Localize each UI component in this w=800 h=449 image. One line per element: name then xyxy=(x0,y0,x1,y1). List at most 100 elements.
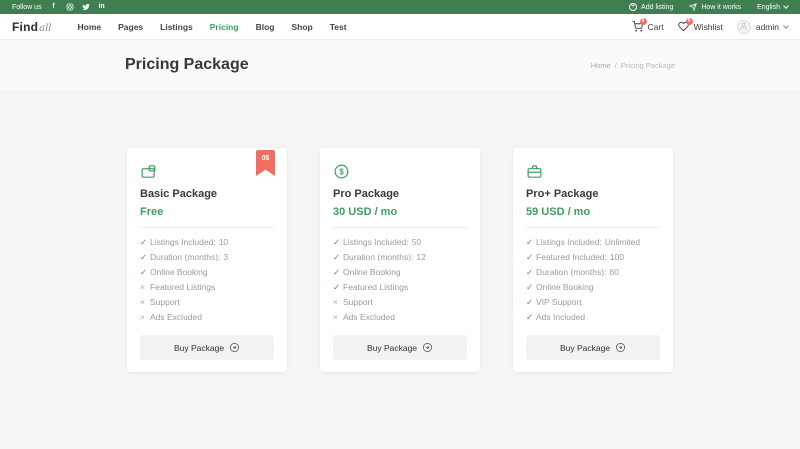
twitter-icon[interactable] xyxy=(82,3,90,11)
feature-row: ✓Listings Included:10 xyxy=(140,235,274,250)
dollar-circle-icon: $ xyxy=(333,163,467,180)
check-icon: ✓ xyxy=(333,235,343,250)
how-it-works-link[interactable]: How it works xyxy=(689,3,741,11)
logo-accent: all xyxy=(39,23,51,34)
nav-item-shop[interactable]: Shop xyxy=(291,22,312,32)
divider xyxy=(140,227,274,228)
feature-row: ✓Featured Included:100 xyxy=(526,250,660,265)
nav-item-blog[interactable]: Blog xyxy=(256,22,275,32)
divider xyxy=(333,227,467,228)
divider xyxy=(526,227,660,228)
cart-label: Cart xyxy=(648,22,664,32)
how-it-works-label: How it works xyxy=(701,4,741,11)
check-icon: ✓ xyxy=(526,250,536,265)
user-icon xyxy=(739,22,748,31)
plus-circle-icon: + xyxy=(629,3,637,11)
avatar xyxy=(737,20,751,34)
topbar: Follow us f in + Add listing How it work… xyxy=(0,0,800,14)
package-price: 30 USD / mo xyxy=(333,206,467,218)
language-selector[interactable]: English xyxy=(757,4,788,11)
follow-us-label: Follow us xyxy=(12,4,42,11)
feature-row: ×Featured Listings xyxy=(140,280,274,295)
feature-list: ✓Listings Included:Unlimited ✓Featured I… xyxy=(526,235,660,325)
breadcrumb-current: Pricing Package xyxy=(621,61,675,70)
pricing-page: Follow us f in + Add listing How it work… xyxy=(0,0,800,449)
nav-item-home[interactable]: Home xyxy=(77,22,101,32)
wishlist-label: Wishlist xyxy=(694,22,723,32)
username-label: admin xyxy=(756,22,779,32)
feature-row: ×Support xyxy=(333,295,467,310)
svg-text:$: $ xyxy=(339,167,344,176)
buy-package-button[interactable]: Buy Package xyxy=(333,335,467,360)
check-icon: ✓ xyxy=(140,250,150,265)
page-title: Pricing Package xyxy=(125,56,249,74)
feature-row: ×Ads Excluded xyxy=(333,310,467,325)
main-nav: Home Pages Listings Pricing Blog Shop Te… xyxy=(77,22,346,32)
feature-list: ✓Listings Included:10 ✓Duration (months)… xyxy=(140,235,274,325)
arrow-circle-icon xyxy=(229,342,240,353)
arrow-circle-icon xyxy=(422,342,433,353)
check-icon: ✓ xyxy=(333,280,343,295)
breadcrumb-separator: / xyxy=(615,61,617,70)
check-icon: ✓ xyxy=(526,265,536,280)
cart-button[interactable]: 0 Cart xyxy=(632,21,664,32)
facebook-icon[interactable]: f xyxy=(50,3,58,11)
navbar: Find all Home Pages Listings Pricing Blo… xyxy=(0,14,800,40)
check-icon: ✓ xyxy=(526,235,536,250)
pricing-card-basic: 0$ Basic Package Free ✓Listings Included… xyxy=(127,148,287,372)
chevron-down-icon xyxy=(783,23,789,29)
check-icon: ✓ xyxy=(333,265,343,280)
pricing-card-pro: $ Pro Package 30 USD / mo ✓Listings Incl… xyxy=(320,148,480,372)
package-title: Pro+ Package xyxy=(526,188,660,200)
instagram-icon[interactable] xyxy=(66,3,74,11)
user-menu[interactable]: admin xyxy=(737,20,788,34)
feature-row: ✓Online Booking xyxy=(140,265,274,280)
package-title: Pro Package xyxy=(333,188,467,200)
feature-row: ✓Online Booking xyxy=(526,280,660,295)
feature-row: ✓Listings Included:50 xyxy=(333,235,467,250)
linkedin-icon[interactable]: in xyxy=(98,3,106,11)
cross-icon: × xyxy=(333,310,343,325)
feature-row: ✓Listings Included:Unlimited xyxy=(526,235,660,250)
feature-row: ✓Featured Listings xyxy=(333,280,467,295)
check-icon: ✓ xyxy=(526,295,536,310)
page-header: Pricing Package Home / Pricing Package xyxy=(0,40,800,90)
arrow-circle-icon xyxy=(615,342,626,353)
package-price: 59 USD / mo xyxy=(526,206,660,218)
nav-item-test[interactable]: Test xyxy=(330,22,347,32)
chevron-down-icon xyxy=(783,3,789,9)
paper-plane-icon xyxy=(689,3,697,11)
feature-row: ✓Ads Included xyxy=(526,310,660,325)
add-listing-label: Add listing xyxy=(641,4,673,11)
cart-count-badge: 0 xyxy=(640,18,647,25)
cross-icon: × xyxy=(140,280,150,295)
buy-package-button[interactable]: Buy Package xyxy=(140,335,274,360)
pricing-card-pro-plus: Pro+ Package 59 USD / mo ✓Listings Inclu… xyxy=(513,148,673,372)
check-icon: ✓ xyxy=(333,250,343,265)
wishlist-button[interactable]: 0 Wishlist xyxy=(678,21,723,32)
cross-icon: × xyxy=(140,295,150,310)
check-icon: ✓ xyxy=(140,265,150,280)
add-listing-link[interactable]: + Add listing xyxy=(629,3,673,11)
package-title: Basic Package xyxy=(140,188,274,200)
logo[interactable]: Find all xyxy=(12,20,51,34)
wishlist-count-badge: 0 xyxy=(686,18,693,25)
briefcase-icon xyxy=(526,163,660,180)
cross-icon: × xyxy=(333,295,343,310)
feature-row: ✓Duration (months):3 xyxy=(140,250,274,265)
feature-list: ✓Listings Included:50 ✓Duration (months)… xyxy=(333,235,467,325)
feature-row: ✓Duration (months):12 xyxy=(333,250,467,265)
check-icon: ✓ xyxy=(526,310,536,325)
breadcrumb: Home / Pricing Package xyxy=(591,61,675,70)
breadcrumb-home[interactable]: Home xyxy=(591,61,611,70)
feature-row: ✓Duration (months):60 xyxy=(526,265,660,280)
nav-item-pricing[interactable]: Pricing xyxy=(210,22,239,32)
check-icon: ✓ xyxy=(526,280,536,295)
package-price: Free xyxy=(140,206,274,218)
nav-item-listings[interactable]: Listings xyxy=(160,22,193,32)
language-label: English xyxy=(757,4,780,11)
check-icon: ✓ xyxy=(140,235,150,250)
feature-row: ×Ads Excluded xyxy=(140,310,274,325)
buy-package-button[interactable]: Buy Package xyxy=(526,335,660,360)
nav-item-pages[interactable]: Pages xyxy=(118,22,143,32)
